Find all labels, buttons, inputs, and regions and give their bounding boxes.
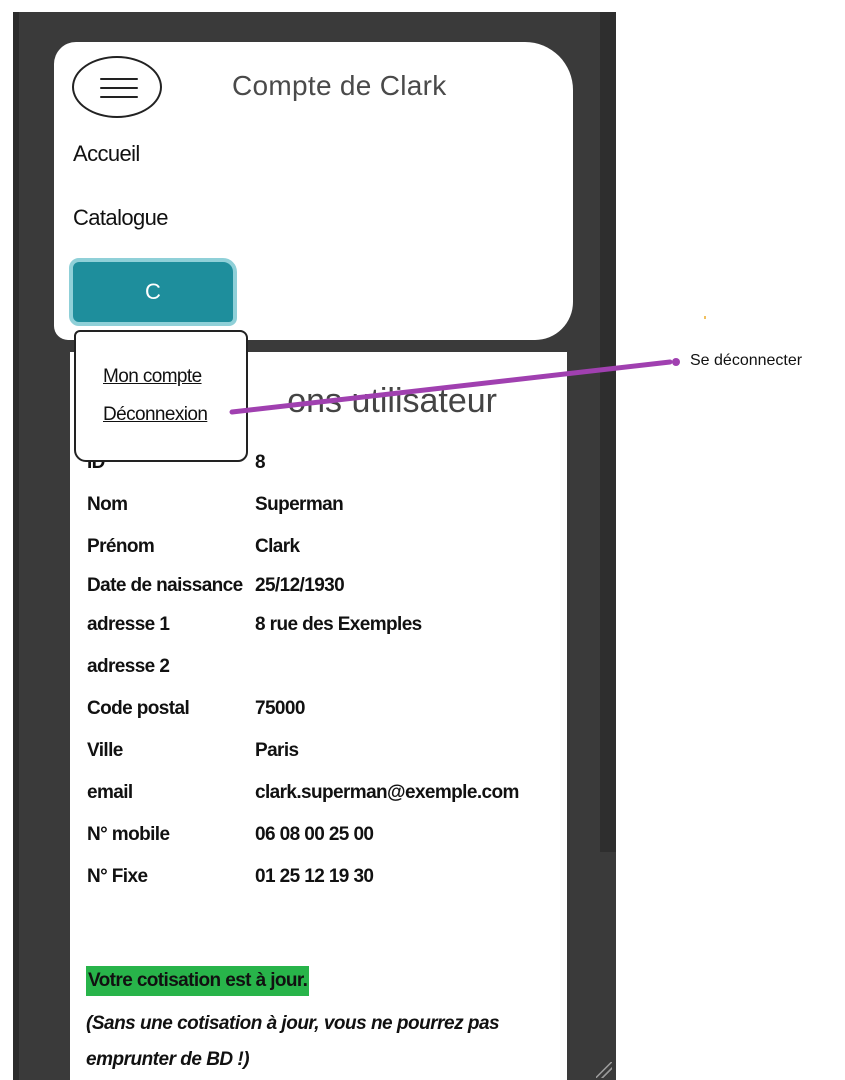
annotation-dot bbox=[672, 358, 680, 366]
annotation-line bbox=[229, 359, 673, 415]
annotation-label: Se déconnecter bbox=[690, 352, 803, 369]
stray-mark bbox=[704, 316, 706, 319]
annotation-arrow bbox=[229, 358, 680, 415]
